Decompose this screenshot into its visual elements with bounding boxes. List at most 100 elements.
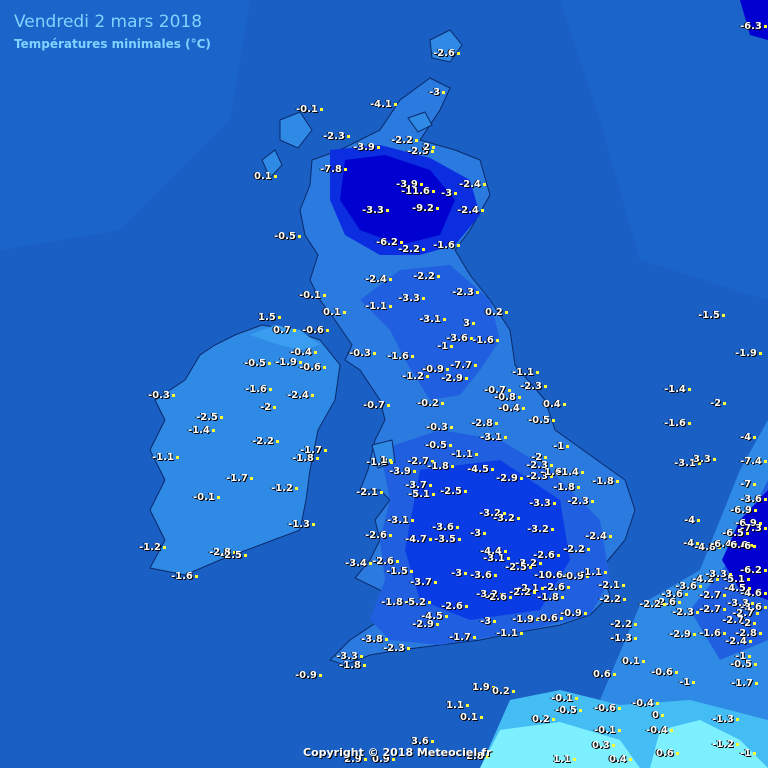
station-marker [697, 518, 701, 522]
station-marker [412, 469, 416, 473]
station-temperature: -1 [679, 677, 696, 688]
station-marker [395, 559, 399, 563]
map-subtitle: Températures minimales (°C) [14, 37, 211, 51]
station-marker [550, 527, 554, 531]
station-temperature: -3.3 [529, 498, 556, 509]
station-marker [325, 328, 329, 332]
station-temperature: -3.1 [480, 432, 507, 443]
station-marker [456, 243, 460, 247]
station-marker [763, 459, 767, 463]
station-marker [519, 476, 523, 480]
station-temperature: -1.2 [139, 542, 166, 553]
station-marker [622, 597, 626, 601]
station-temperature: -2 [710, 398, 727, 409]
station-temperature: -2.2 [252, 436, 279, 447]
station-marker [552, 501, 556, 505]
station-temperature: 0.4 [543, 399, 566, 410]
station-temperature: -11.6 [401, 186, 435, 197]
station-temperature: -2.5 [220, 550, 247, 561]
station-temperature: -3 [470, 528, 487, 539]
station-marker [162, 545, 166, 549]
station-marker [735, 717, 739, 721]
station-marker [386, 403, 390, 407]
station-marker [675, 751, 679, 755]
station-marker [543, 384, 547, 388]
station-temperature: -0.5 [730, 659, 757, 670]
station-temperature: -2.2 [398, 244, 425, 255]
station-temperature: -2.2 [563, 544, 590, 555]
station-marker [376, 145, 380, 149]
station-marker [427, 600, 431, 604]
station-temperature: 3.3 [693, 454, 716, 465]
station-marker [454, 191, 458, 195]
station-marker [211, 428, 215, 432]
station-temperature: -1.6 [433, 240, 460, 251]
station-temperature: -2.2 [610, 619, 637, 630]
station-temperature: -2.2 [599, 594, 626, 605]
station-temperature: -1.8 [537, 592, 564, 603]
station-temperature: 0 [652, 710, 664, 721]
station-temperature: 0.6 [593, 669, 616, 680]
station-marker [758, 351, 762, 355]
station-marker [615, 479, 619, 483]
station-temperature: -0.3 [148, 390, 175, 401]
station-temperature: -2.5 [505, 562, 532, 573]
station-marker [384, 637, 388, 641]
station-temperature: -0.3 [349, 348, 376, 359]
station-marker [385, 208, 389, 212]
station-temperature: -2.3 [383, 643, 410, 654]
station-temperature: -3.1 [419, 314, 446, 325]
station-marker [343, 167, 347, 171]
station-temperature: 0.3 [592, 740, 615, 751]
station-temperature: 0.4 [609, 754, 632, 765]
station-temperature: -2.9 [669, 629, 696, 640]
station-temperature: -2.1 [356, 487, 383, 498]
station-temperature: -0.1 [594, 725, 621, 736]
station-temperature: -4.5 [467, 464, 494, 475]
station-marker [406, 646, 410, 650]
station-marker [310, 393, 314, 397]
station-marker [421, 296, 425, 300]
station-temperature: -5.1 [408, 489, 435, 500]
station-marker [483, 531, 487, 535]
station-marker [410, 518, 414, 522]
station-marker [428, 537, 432, 541]
map-title: Vendredi 2 mars 2018 [14, 12, 203, 32]
station-temperature: 1.1 [553, 754, 576, 765]
station-marker [511, 689, 515, 693]
station-temperature: -0.5 [274, 231, 301, 242]
station-temperature: -2.6 [485, 592, 512, 603]
station-temperature: -3.6 [740, 494, 767, 505]
station-temperature: -2.2 [509, 587, 536, 598]
station-temperature: -1.9 [512, 614, 539, 625]
station-temperature: 3 [463, 318, 475, 329]
station-marker [494, 421, 498, 425]
station-temperature: -1.1 [512, 367, 539, 378]
station-marker [428, 483, 432, 487]
station-temperature: 0.2 [532, 714, 555, 725]
station-temperature: -1.2 [271, 483, 298, 494]
station-temperature: 0.1 [254, 171, 277, 182]
station-temperature: -0.9 [560, 608, 587, 619]
station-marker [464, 376, 468, 380]
station-marker [216, 495, 220, 499]
station-marker [574, 696, 578, 700]
station-temperature: -2 [260, 402, 277, 413]
station-marker [753, 662, 757, 666]
station-temperature: -2.5 [440, 486, 467, 497]
station-marker [753, 621, 757, 625]
station-marker [455, 525, 459, 529]
station-marker [431, 189, 435, 193]
station-temperature: -7 [740, 479, 757, 490]
station-marker [519, 631, 523, 635]
station-temperature: -1 [740, 748, 757, 759]
station-marker [684, 592, 688, 596]
station-marker [436, 274, 440, 278]
station-temperature: -3.3 [398, 293, 425, 304]
station-temperature: -2.5 [196, 412, 223, 423]
station-temperature: -3 [480, 616, 497, 627]
station-marker [457, 537, 461, 541]
station-marker [722, 607, 726, 611]
station-marker [249, 476, 253, 480]
station-temperature: 2 [423, 142, 435, 153]
